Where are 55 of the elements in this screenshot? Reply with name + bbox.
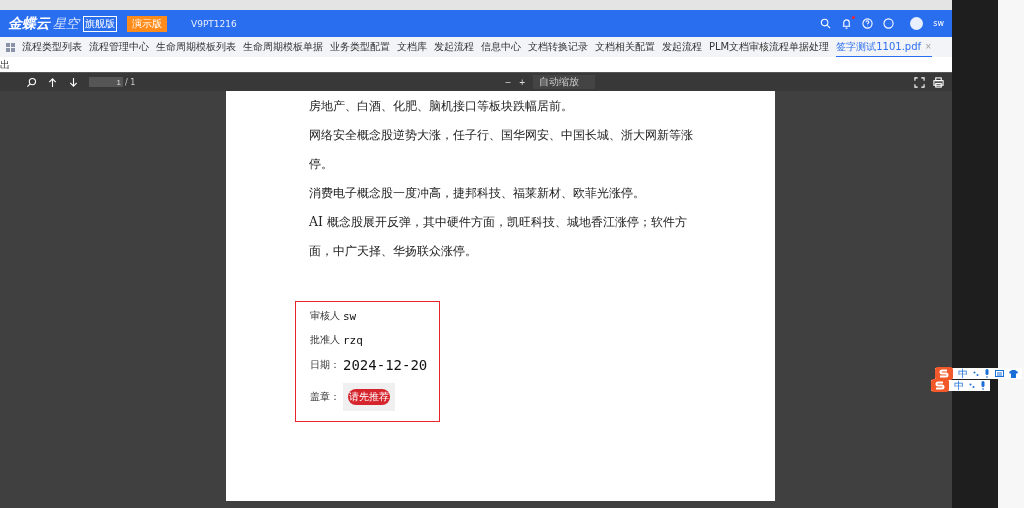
tab[interactable]: 业务类型配置 bbox=[330, 36, 390, 58]
ime-mode[interactable]: 中 bbox=[958, 366, 968, 381]
tab[interactable]: 发起流程 bbox=[434, 36, 474, 58]
field-label: 日期： bbox=[310, 358, 340, 372]
arrow-down-icon[interactable] bbox=[68, 76, 79, 88]
shirt-icon[interactable] bbox=[1009, 369, 1018, 378]
bell-icon[interactable] bbox=[841, 18, 853, 29]
grid-icon[interactable] bbox=[6, 42, 15, 52]
ime-toolbar[interactable]: 中 bbox=[935, 368, 1022, 379]
fullscreen-icon[interactable] bbox=[914, 76, 925, 88]
field-label: 盖章： bbox=[310, 390, 340, 404]
menu-text[interactable]: 出 bbox=[0, 57, 10, 72]
field-value: rzq bbox=[343, 333, 363, 347]
print-icon[interactable] bbox=[933, 76, 944, 88]
field-value: sw bbox=[343, 309, 357, 323]
microphone-icon[interactable] bbox=[980, 381, 986, 390]
paragraph: AI 概念股展开反弹，其中硬件方面，凯旺科技、城地香江涨停；软件方面，中广天择、华扬联众涨停。 bbox=[309, 213, 688, 260]
more-icon[interactable] bbox=[883, 18, 895, 29]
paragraph: 消费电子概念股一度冲高，捷邦科技、福莱新材、欧菲光涨停。 bbox=[309, 184, 646, 202]
tab[interactable]: PLM文档审核流程单据处理 bbox=[709, 36, 830, 58]
tab[interactable]: 文档转换记录 bbox=[528, 36, 588, 58]
tab[interactable]: 流程类型列表 bbox=[22, 36, 82, 58]
field-value: 2024-12-20 bbox=[343, 357, 428, 373]
avatar[interactable] bbox=[910, 17, 924, 30]
page-total: / 1 bbox=[125, 77, 136, 87]
help-icon[interactable] bbox=[862, 18, 874, 29]
tab[interactable]: 文档库 bbox=[397, 36, 427, 58]
ime-mode[interactable]: 中 bbox=[954, 378, 964, 393]
brand-subtitle: 星空 bbox=[53, 14, 79, 33]
tab[interactable]: 信息中心 bbox=[481, 36, 521, 58]
tab[interactable]: 流程管理中心 bbox=[89, 36, 149, 58]
page-number-input[interactable]: 1 bbox=[89, 77, 123, 87]
keyboard-icon[interactable] bbox=[995, 370, 1004, 377]
field-label: 批准人 bbox=[310, 333, 340, 347]
search-icon[interactable] bbox=[26, 76, 37, 88]
tab[interactable]: 发起流程 bbox=[662, 36, 702, 58]
zoom-out-button[interactable]: − bbox=[505, 76, 512, 88]
edition-badge: 旗舰版 bbox=[83, 15, 117, 32]
microphone-icon[interactable] bbox=[984, 369, 990, 378]
arrow-up-icon[interactable] bbox=[47, 76, 58, 88]
demo-badge: 演示版 bbox=[127, 15, 167, 32]
tab[interactable]: 文档相关配置 bbox=[595, 36, 655, 58]
ime-toolbar[interactable]: 中 bbox=[931, 380, 990, 391]
paragraph: 网络安全概念股逆势大涨，任子行、国华网安、中国长城、浙大网新等涨停。 bbox=[309, 126, 694, 173]
user-name[interactable]: sw bbox=[933, 19, 944, 28]
field-label: 审核人 bbox=[310, 309, 340, 323]
tab[interactable]: 生命周期模板单据 bbox=[243, 36, 323, 58]
seal-text: 请先推荐 bbox=[348, 389, 390, 405]
paragraph: 房地产、白酒、化肥、脑机接口等板块跌幅居前。 bbox=[309, 97, 574, 115]
ime-logo-icon[interactable] bbox=[931, 379, 949, 392]
tab[interactable]: 生命周期模板列表 bbox=[156, 36, 236, 58]
zoom-select[interactable]: 自动缩放 bbox=[533, 75, 595, 89]
tenant-name: V9PT1216 bbox=[191, 18, 237, 29]
brand-logo: 金蝶云 bbox=[8, 14, 50, 33]
zoom-in-button[interactable]: + bbox=[519, 76, 525, 88]
